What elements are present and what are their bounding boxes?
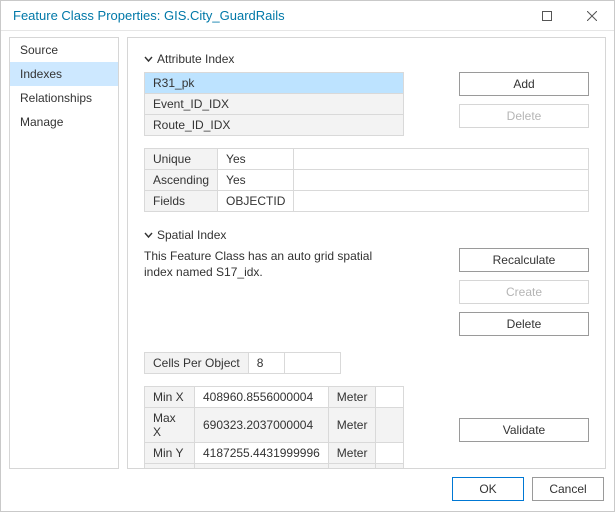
cells-label: Cells Per Object <box>145 353 249 374</box>
extent-unit: Meter <box>328 443 376 464</box>
table-row: Min Y 4187255.4431999996 Meter <box>145 443 404 464</box>
prop-label-unique: Unique <box>145 149 218 170</box>
prop-label-ascending: Ascending <box>145 170 218 191</box>
prop-label-fields: Fields <box>145 191 218 212</box>
extent-unit: Meter <box>328 464 376 470</box>
window-title: Feature Class Properties: GIS.City_Guard… <box>13 8 285 23</box>
extent-label: Max Y <box>145 464 195 470</box>
sidebar-item-indexes[interactable]: Indexes <box>10 62 118 86</box>
list-item-label: Event_ID_IDX <box>145 94 404 115</box>
sidebar-item-label: Manage <box>20 115 63 129</box>
list-item[interactable]: R31_pk <box>145 73 404 94</box>
section-title: Attribute Index <box>157 52 234 66</box>
prop-value-unique: Yes <box>218 149 294 170</box>
extent-blank <box>376 387 404 408</box>
extent-label: Min Y <box>145 443 195 464</box>
extent-unit: Meter <box>328 408 376 443</box>
button-label: Recalculate <box>493 253 556 267</box>
content-pane: Attribute Index R31_pk Event_ID_IDX Rout… <box>127 37 606 469</box>
spatial-index-description: This Feature Class has an auto grid spat… <box>144 248 404 280</box>
attribute-index-header[interactable]: Attribute Index <box>144 52 589 66</box>
close-button[interactable] <box>569 1 614 31</box>
spatial-index-header[interactable]: Spatial Index <box>144 228 589 242</box>
button-label: Cancel <box>549 482 586 496</box>
prop-blank <box>294 170 589 191</box>
ok-button[interactable]: OK <box>452 477 524 501</box>
extent-label: Min X <box>145 387 195 408</box>
recalculate-button[interactable]: Recalculate <box>459 248 589 272</box>
extent-value: 408960.8556000004 <box>195 387 329 408</box>
extent-table: Min X 408960.8556000004 Meter Max X 6903… <box>144 386 404 469</box>
sidebar-item-label: Relationships <box>20 91 92 105</box>
prop-blank <box>294 191 589 212</box>
sidebar-item-source[interactable]: Source <box>10 38 118 62</box>
maximize-icon <box>542 11 552 21</box>
chevron-down-icon <box>144 231 153 240</box>
sidebar-item-manage[interactable]: Manage <box>10 110 118 134</box>
button-label: OK <box>479 482 496 496</box>
add-index-button[interactable]: Add <box>459 72 589 96</box>
delete-index-button: Delete <box>459 104 589 128</box>
list-item[interactable]: Event_ID_IDX <box>145 94 404 115</box>
dialog-footer: OK Cancel <box>1 469 614 511</box>
attribute-index-properties: Unique Yes Ascending Yes Fields OBJECTID <box>144 148 589 212</box>
list-item[interactable]: Route_ID_IDX <box>145 115 404 136</box>
create-spatial-button: Create <box>459 280 589 304</box>
sidebar-item-relationships[interactable]: Relationships <box>10 86 118 110</box>
extent-value: 690323.2037000004 <box>195 408 329 443</box>
titlebar: Feature Class Properties: GIS.City_Guard… <box>1 1 614 31</box>
sidebar-item-label: Indexes <box>20 67 62 81</box>
prop-blank <box>294 149 589 170</box>
sidebar: Source Indexes Relationships Manage <box>9 37 119 469</box>
sidebar-item-label: Source <box>20 43 58 57</box>
cancel-button[interactable]: Cancel <box>532 477 604 501</box>
list-item-label: Route_ID_IDX <box>145 115 404 136</box>
button-label: Create <box>506 285 542 299</box>
prop-value-ascending: Yes <box>218 170 294 191</box>
cells-value: 8 <box>248 353 284 374</box>
button-label: Validate <box>503 423 545 437</box>
attribute-index-list: R31_pk Event_ID_IDX Route_ID_IDX <box>144 72 404 136</box>
extent-value: 4187255.4431999996 <box>195 443 329 464</box>
cells-blank <box>284 353 340 374</box>
list-item-label: R31_pk <box>145 73 404 94</box>
button-label: Add <box>513 77 534 91</box>
maximize-button[interactable] <box>524 1 569 31</box>
dialog-window: Feature Class Properties: GIS.City_Guard… <box>0 0 615 512</box>
close-icon <box>587 11 597 21</box>
button-label: Delete <box>507 109 542 123</box>
dialog-body: Source Indexes Relationships Manage Attr… <box>1 31 614 469</box>
cells-per-object-table: Cells Per Object 8 <box>144 352 341 374</box>
delete-spatial-button[interactable]: Delete <box>459 312 589 336</box>
extent-blank <box>376 464 404 470</box>
extent-unit: Meter <box>328 387 376 408</box>
button-label: Delete <box>507 317 542 331</box>
extent-label: Max X <box>145 408 195 443</box>
extent-blank <box>376 408 404 443</box>
table-row: Max Y 4624284.305 Meter <box>145 464 404 470</box>
section-title: Spatial Index <box>157 228 226 242</box>
extent-blank <box>376 443 404 464</box>
extent-value: 4624284.305 <box>195 464 329 470</box>
table-row: Max X 690323.2037000004 Meter <box>145 408 404 443</box>
chevron-down-icon <box>144 55 153 64</box>
prop-value-fields: OBJECTID <box>218 191 294 212</box>
table-row: Min X 408960.8556000004 Meter <box>145 387 404 408</box>
validate-button[interactable]: Validate <box>459 418 589 442</box>
